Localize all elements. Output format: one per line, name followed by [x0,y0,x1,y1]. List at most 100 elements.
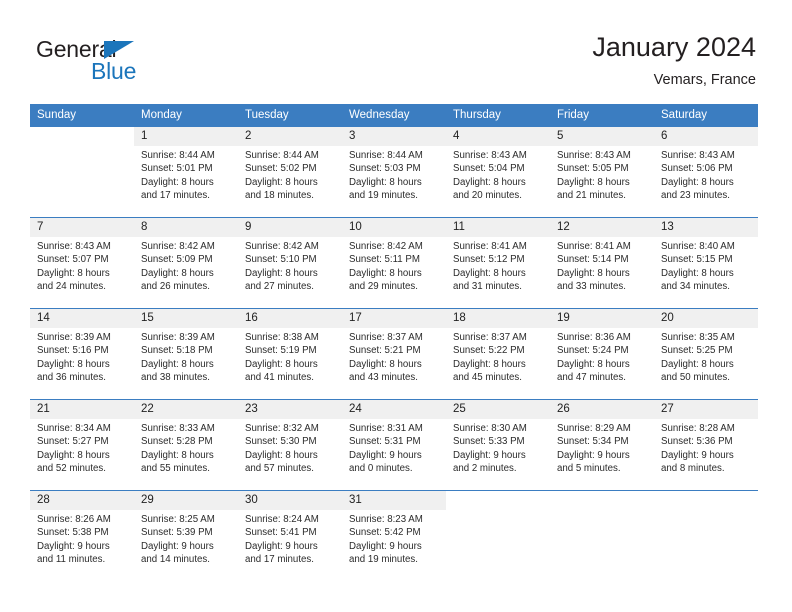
day-cell[interactable]: 27 Sunrise: 8:28 AM Sunset: 5:36 PM Dayligh… [654,400,758,490]
day-number: 3 [342,127,446,146]
calendar-day-cell: 3 Sunrise: 8:44 AM Sunset: 5:03 PM Daylight… [342,126,446,218]
sunrise-text: Sunrise: 8:39 AM [37,332,111,343]
day-details: Sunrise: 8:43 AM Sunset: 5:05 PM Daylight:… [550,146,654,202]
day-cell[interactable]: 3 Sunrise: 8:44 AM Sunset: 5:03 PM Daylight… [342,127,446,217]
sunset-text: Sunset: 5:03 PM [349,163,421,175]
day-cell[interactable]: 5 Sunrise: 8:43 AM Sunset: 5:05 PM Daylight… [550,127,654,217]
daylight-text-line2: and 18 minutes. [245,189,314,201]
day-cell[interactable]: 25 Sunrise: 8:30 AM Sunset: 5:33 PM Dayligh… [446,400,550,490]
sunset-text: Sunset: 5:16 PM [37,345,109,357]
daylight-text-line2: and 27 minutes. [245,280,314,292]
calendar-week-row: 21 Sunrise: 8:34 AM Sunset: 5:27 PM Dayligh… [30,399,758,491]
sunset-text: Sunset: 5:14 PM [557,254,629,266]
sunrise-text: Sunrise: 8:32 AM [245,423,319,434]
sunrise-text: Sunrise: 8:42 AM [141,241,215,252]
daylight-text-line1: Daylight: 9 hours [349,540,422,552]
day-cell[interactable]: 22 Sunrise: 8:33 AM Sunset: 5:28 PM Dayligh… [134,400,238,490]
day-number: 27 [654,400,758,419]
day-cell[interactable]: 11 Sunrise: 8:41 AM Sunset: 5:12 PM Dayligh… [446,218,550,308]
day-cell[interactable]: 14 Sunrise: 8:39 AM Sunset: 5:16 PM Dayligh… [30,309,134,399]
calendar-day-cell: 1 Sunrise: 8:44 AM Sunset: 5:01 PM Daylight… [134,126,238,218]
day-cell[interactable]: 10 Sunrise: 8:42 AM Sunset: 5:11 PM Dayligh… [342,218,446,308]
calendar-day-cell: 25 Sunrise: 8:30 AM Sunset: 5:33 PM Dayligh… [446,399,550,491]
sunrise-text: Sunrise: 8:40 AM [661,241,735,252]
page-title: January 2024 [592,32,756,62]
daylight-text-line1: Daylight: 8 hours [141,358,214,370]
day-number: 15 [134,309,238,328]
day-cell[interactable]: 4 Sunrise: 8:43 AM Sunset: 5:04 PM Daylight… [446,127,550,217]
day-cell[interactable]: 18 Sunrise: 8:37 AM Sunset: 5:22 PM Dayligh… [446,309,550,399]
weekday-header-wednesday: Wednesday [342,104,446,127]
day-cell[interactable]: 20 Sunrise: 8:35 AM Sunset: 5:25 PM Dayligh… [654,309,758,399]
daylight-text-line1: Daylight: 8 hours [453,358,526,370]
day-cell[interactable]: 28 Sunrise: 8:26 AM Sunset: 5:38 PM Dayligh… [30,491,134,581]
day-cell-empty [550,491,654,581]
sunrise-text: Sunrise: 8:25 AM [141,514,215,525]
day-cell[interactable]: 23 Sunrise: 8:32 AM Sunset: 5:30 PM Dayligh… [238,400,342,490]
day-number: 12 [550,218,654,237]
calendar-day-cell [446,490,550,581]
day-number: 29 [134,491,238,510]
calendar-day-cell: 15 Sunrise: 8:39 AM Sunset: 5:18 PM Dayligh… [134,308,238,400]
day-cell[interactable]: 16 Sunrise: 8:38 AM Sunset: 5:19 PM Dayligh… [238,309,342,399]
daylight-text-line1: Daylight: 9 hours [349,449,422,461]
daylight-text-line1: Daylight: 8 hours [661,358,734,370]
day-number: 6 [654,127,758,146]
day-cell[interactable]: 2 Sunrise: 8:44 AM Sunset: 5:02 PM Daylight… [238,127,342,217]
day-cell[interactable]: 26 Sunrise: 8:29 AM Sunset: 5:34 PM Dayligh… [550,400,654,490]
day-cell[interactable]: 24 Sunrise: 8:31 AM Sunset: 5:31 PM Dayligh… [342,400,446,490]
day-cell-empty [446,491,550,581]
sunrise-text: Sunrise: 8:44 AM [141,150,215,161]
daylight-text-line2: and 38 minutes. [141,371,210,383]
day-cell[interactable]: 7 Sunrise: 8:43 AM Sunset: 5:07 PM Daylight… [30,218,134,308]
daylight-text-line2: and 57 minutes. [245,462,314,474]
daylight-text-line1: Daylight: 9 hours [141,540,214,552]
day-cell[interactable]: 13 Sunrise: 8:40 AM Sunset: 5:15 PM Dayligh… [654,218,758,308]
day-details: Sunrise: 8:28 AM Sunset: 5:36 PM Daylight:… [654,419,758,475]
general-blue-logo[interactable]: General Blue [36,36,206,88]
day-details: Sunrise: 8:43 AM Sunset: 5:06 PM Daylight:… [654,146,758,202]
day-details: Sunrise: 8:42 AM Sunset: 5:09 PM Daylight:… [134,237,238,293]
daylight-text-line1: Daylight: 8 hours [557,176,630,188]
day-details: Sunrise: 8:33 AM Sunset: 5:28 PM Daylight:… [134,419,238,475]
day-cell[interactable]: 17 Sunrise: 8:37 AM Sunset: 5:21 PM Dayligh… [342,309,446,399]
day-cell[interactable]: 21 Sunrise: 8:34 AM Sunset: 5:27 PM Dayligh… [30,400,134,490]
day-cell[interactable]: 19 Sunrise: 8:36 AM Sunset: 5:24 PM Dayligh… [550,309,654,399]
day-cell[interactable]: 8 Sunrise: 8:42 AM Sunset: 5:09 PM Daylight… [134,218,238,308]
calendar-day-cell [550,490,654,581]
calendar-day-cell: 21 Sunrise: 8:34 AM Sunset: 5:27 PM Dayligh… [30,399,134,491]
sunrise-text: Sunrise: 8:41 AM [453,241,527,252]
day-cell[interactable]: 1 Sunrise: 8:44 AM Sunset: 5:01 PM Daylight… [134,127,238,217]
calendar-week-row: 28 Sunrise: 8:26 AM Sunset: 5:38 PM Dayligh… [30,490,758,581]
sunrise-text: Sunrise: 8:36 AM [557,332,631,343]
day-cell[interactable]: 12 Sunrise: 8:41 AM Sunset: 5:14 PM Dayligh… [550,218,654,308]
daylight-text-line1: Daylight: 8 hours [37,358,110,370]
day-cell-empty [30,127,134,217]
weekday-header-friday: Friday [550,104,654,127]
daylight-text-line2: and 36 minutes. [37,371,106,383]
daylight-text-line1: Daylight: 8 hours [245,358,318,370]
sunset-text: Sunset: 5:30 PM [245,436,317,448]
sunset-text: Sunset: 5:28 PM [141,436,213,448]
daylight-text-line1: Daylight: 8 hours [557,267,630,279]
day-details: Sunrise: 8:34 AM Sunset: 5:27 PM Daylight:… [30,419,134,475]
weekday-header-tuesday: Tuesday [238,104,342,127]
day-number [446,491,550,510]
day-cell[interactable]: 9 Sunrise: 8:42 AM Sunset: 5:10 PM Daylight… [238,218,342,308]
weekday-header-monday: Monday [134,104,238,127]
day-cell[interactable]: 30 Sunrise: 8:24 AM Sunset: 5:41 PM Dayligh… [238,491,342,581]
calendar-day-cell: 4 Sunrise: 8:43 AM Sunset: 5:04 PM Daylight… [446,126,550,218]
day-details: Sunrise: 8:43 AM Sunset: 5:07 PM Daylight:… [30,237,134,293]
day-cell[interactable]: 29 Sunrise: 8:25 AM Sunset: 5:39 PM Dayligh… [134,491,238,581]
calendar-day-cell [30,126,134,218]
day-cell[interactable]: 15 Sunrise: 8:39 AM Sunset: 5:18 PM Dayligh… [134,309,238,399]
calendar-day-cell: 20 Sunrise: 8:35 AM Sunset: 5:25 PM Dayligh… [654,308,758,400]
sunset-text: Sunset: 5:31 PM [349,436,421,448]
day-cell[interactable]: 31 Sunrise: 8:23 AM Sunset: 5:42 PM Dayligh… [342,491,446,581]
calendar-day-cell: 26 Sunrise: 8:29 AM Sunset: 5:34 PM Dayligh… [550,399,654,491]
sunset-text: Sunset: 5:21 PM [349,345,421,357]
day-number: 14 [30,309,134,328]
calendar-day-cell: 19 Sunrise: 8:36 AM Sunset: 5:24 PM Dayligh… [550,308,654,400]
day-details: Sunrise: 8:26 AM Sunset: 5:38 PM Daylight:… [30,510,134,566]
day-cell[interactable]: 6 Sunrise: 8:43 AM Sunset: 5:06 PM Daylight… [654,127,758,217]
